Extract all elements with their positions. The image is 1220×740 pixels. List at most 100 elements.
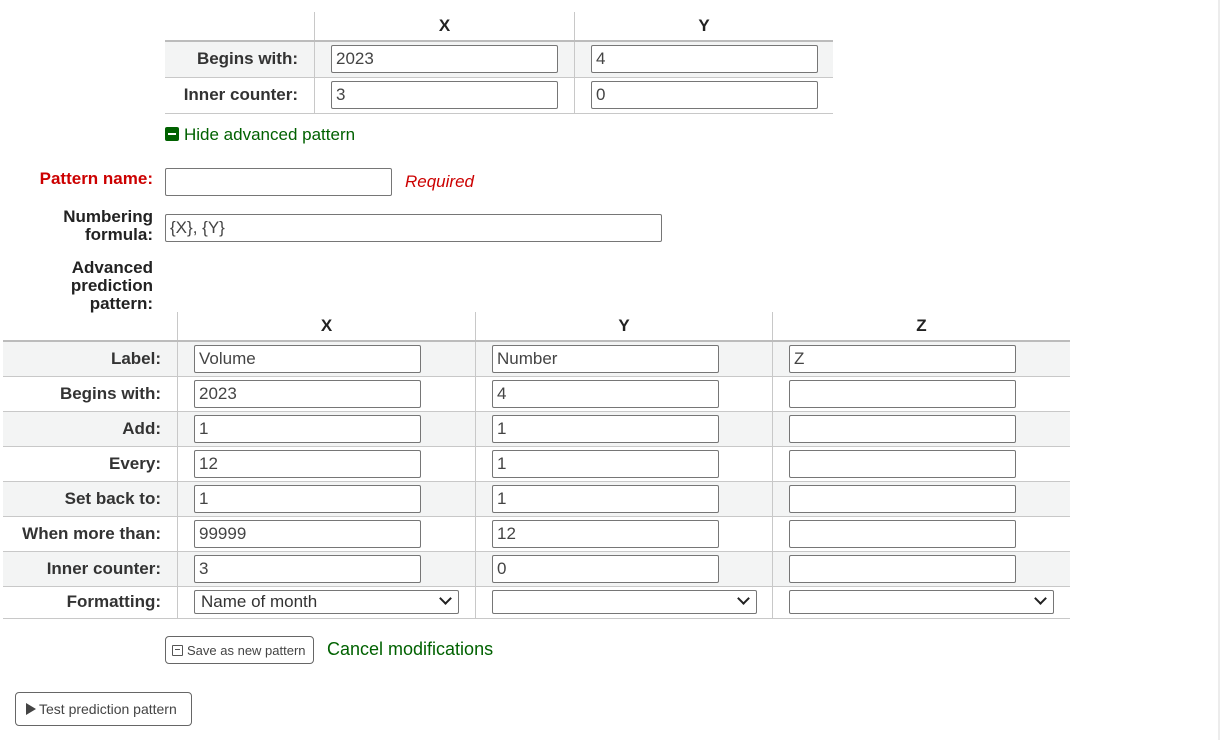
- formatting-x-value: Name of month: [201, 592, 318, 611]
- table-cell: [475, 550, 773, 587]
- numbering-formula-input[interactable]: [165, 214, 662, 242]
- set-back-to-x-input[interactable]: [194, 484, 421, 513]
- save-as-new-pattern-button[interactable]: Save as new pattern: [165, 636, 314, 664]
- label-z-input[interactable]: [789, 344, 1016, 373]
- table-row: Begins with:: [3, 375, 1070, 412]
- test-label: Test prediction pattern: [39, 701, 177, 717]
- table-cell: [772, 375, 1070, 412]
- minus-square-icon: [165, 127, 179, 141]
- begins-with-y-input[interactable]: [492, 379, 719, 408]
- table-cell: [475, 340, 773, 377]
- inner-counter-y-input[interactable]: [492, 554, 719, 583]
- corner-header: [165, 12, 315, 42]
- floppy-disk-icon: [172, 644, 183, 656]
- inner-counter-z-input[interactable]: [789, 554, 1016, 583]
- numbering-formula-label-line1: Numbering: [63, 207, 153, 226]
- play-icon: [26, 703, 36, 715]
- label-y-input[interactable]: [492, 344, 719, 373]
- table-cell: [475, 375, 773, 412]
- table-cell: [475, 445, 773, 482]
- begins-with-z-input[interactable]: [789, 379, 1016, 408]
- advanced-label-line2: prediction: [70, 276, 153, 295]
- table-row: Set back to:: [3, 480, 1070, 517]
- row-label: Add:: [3, 410, 178, 447]
- corner-header: [3, 312, 178, 342]
- row-label: Formatting:: [3, 585, 178, 619]
- numbering-formula-label: Numbering formula:: [0, 208, 153, 244]
- column-header-x: X: [177, 312, 476, 342]
- cancel-modifications-link[interactable]: Cancel modifications: [327, 639, 493, 660]
- table-cell: [772, 340, 1070, 377]
- table-cell: [177, 515, 476, 552]
- save-label: Save as new pattern: [187, 642, 306, 658]
- table-cell: [772, 480, 1070, 517]
- row-label: Every:: [3, 445, 178, 482]
- when-more-than-x-input[interactable]: [194, 519, 421, 548]
- when-more-than-y-input[interactable]: [492, 519, 719, 548]
- chevron-down-icon: [1034, 592, 1047, 605]
- table-row: Begins with:: [165, 40, 833, 78]
- label-x-input[interactable]: [194, 344, 421, 373]
- set-back-to-y-input[interactable]: [492, 484, 719, 513]
- column-header-x: X: [314, 12, 575, 42]
- table-cell: [177, 445, 476, 482]
- table-cell: [772, 445, 1070, 482]
- pattern-name-input[interactable]: [165, 168, 392, 196]
- advanced-pattern-label: Advanced prediction pattern:: [0, 259, 153, 313]
- numbering-formula-label-line2: formula:: [85, 225, 153, 244]
- test-prediction-pattern-button[interactable]: Test prediction pattern: [15, 692, 192, 726]
- table-row: Add:: [3, 410, 1070, 447]
- add-z-input[interactable]: [789, 414, 1016, 443]
- formatting-y-select[interactable]: [492, 590, 757, 614]
- inner-counter-y-input[interactable]: [591, 81, 818, 109]
- begins-with-x-input[interactable]: [194, 379, 421, 408]
- formatting-z-select[interactable]: [789, 590, 1054, 614]
- inner-counter-x-input[interactable]: [331, 81, 558, 109]
- advanced-label-line1: Advanced: [71, 258, 153, 277]
- table-cell: [772, 550, 1070, 587]
- row-label: Inner counter:: [3, 550, 178, 587]
- when-more-than-z-input[interactable]: [789, 519, 1016, 548]
- hide-advanced-pattern-link[interactable]: Hide advanced pattern: [165, 125, 355, 145]
- row-label: Label:: [3, 340, 178, 377]
- begins-with-y-input[interactable]: [591, 45, 818, 74]
- formatting-row: Formatting: Name of month: [3, 585, 1070, 619]
- table-cell: [177, 410, 476, 447]
- pattern-summary-table: X Y Begins with: Inner counter:: [165, 12, 833, 114]
- table-cell: [177, 480, 476, 517]
- table-cell: [475, 480, 773, 517]
- set-back-to-z-input[interactable]: [789, 484, 1016, 513]
- chevron-down-icon: [737, 592, 750, 605]
- table-row: Inner counter:: [3, 550, 1070, 587]
- hide-advanced-pattern-label: Hide advanced pattern: [184, 125, 356, 144]
- row-label: When more than:: [3, 515, 178, 552]
- row-label: Inner counter:: [165, 76, 315, 114]
- table-cell: [177, 375, 476, 412]
- table-cell: [177, 340, 476, 377]
- required-indicator: Required: [405, 172, 474, 191]
- every-y-input[interactable]: [492, 449, 719, 478]
- inner-counter-x-input[interactable]: [194, 554, 421, 583]
- add-x-input[interactable]: [194, 414, 421, 443]
- row-label: Begins with:: [165, 40, 315, 78]
- table-row: Inner counter:: [165, 76, 833, 114]
- column-header-y: Y: [574, 12, 833, 42]
- column-header-z: Z: [772, 312, 1070, 342]
- column-header-y: Y: [475, 312, 773, 342]
- add-y-input[interactable]: [492, 414, 719, 443]
- table-row: Every:: [3, 445, 1070, 482]
- row-label: Begins with:: [3, 375, 178, 412]
- every-z-input[interactable]: [789, 449, 1016, 478]
- pattern-name-label: Pattern name:: [39, 169, 153, 188]
- formatting-x-select[interactable]: Name of month: [194, 590, 459, 614]
- table-row: Label:: [3, 340, 1070, 377]
- table-cell: [772, 410, 1070, 447]
- table-row: When more than:: [3, 515, 1070, 552]
- table-cell: [772, 515, 1070, 552]
- every-x-input[interactable]: [194, 449, 421, 478]
- begins-with-x-input[interactable]: [331, 45, 558, 74]
- advanced-label-line3: pattern:: [89, 294, 153, 313]
- chevron-down-icon: [439, 592, 452, 605]
- advanced-pattern-table: X Y Z Label:Begins with:Add:Every:Set ba…: [3, 312, 1070, 619]
- table-cell: [475, 410, 773, 447]
